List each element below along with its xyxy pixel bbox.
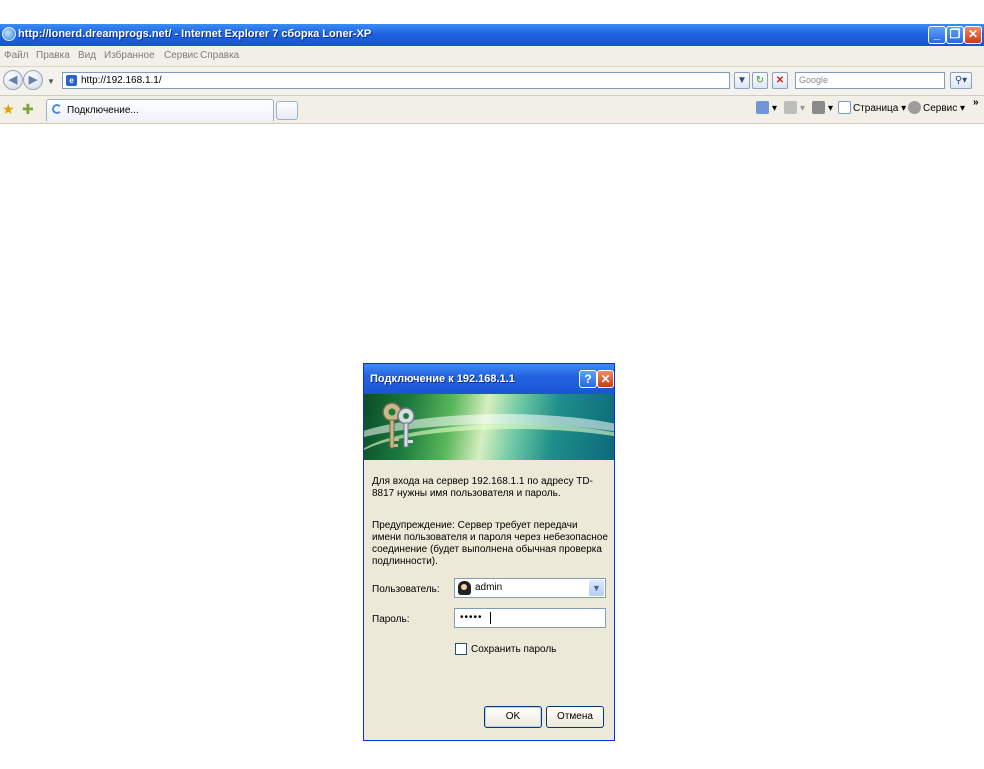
home-icon[interactable]: [756, 101, 769, 114]
menu-help[interactable]: Справка: [200, 50, 239, 61]
restore-button[interactable]: ❐: [946, 26, 964, 44]
browser-titlebar[interactable]: http://lonerd.dreamprogs.net/ - Internet…: [0, 24, 984, 46]
search-button[interactable]: ⚲▾: [950, 72, 972, 89]
remember-password-checkbox[interactable]: [455, 643, 467, 655]
gear-icon[interactable]: [908, 101, 921, 114]
home-dropdown-icon[interactable]: ▾: [772, 103, 777, 114]
password-label: Пароль:: [372, 614, 410, 625]
address-input[interactable]: e http://192.168.1.1/: [62, 72, 730, 89]
feeds-dropdown-icon[interactable]: ▾: [800, 103, 805, 114]
menu-bar: Файл Правка Вид Избранное Сервис Справка: [0, 46, 984, 67]
dialog-titlebar[interactable]: Подключение к 192.168.1.1 ? ✕: [364, 364, 614, 394]
address-dropdown-button[interactable]: ▼: [734, 72, 750, 89]
password-field[interactable]: •••••: [454, 608, 606, 628]
dialog-message: Для входа на сервер 192.168.1.1 по адрес…: [372, 476, 593, 499]
browser-window: http://lonerd.dreamprogs.net/ - Internet…: [0, 24, 984, 148]
history-dropdown-icon[interactable]: ▼: [47, 77, 55, 86]
ok-button[interactable]: OK: [484, 706, 542, 728]
forward-button[interactable]: ▶: [23, 70, 43, 90]
feeds-icon[interactable]: [784, 101, 797, 114]
keys-icon: [382, 402, 415, 449]
print-dropdown-icon[interactable]: ▾: [828, 103, 833, 114]
username-value: admin: [475, 582, 503, 593]
cancel-button[interactable]: Отмена: [546, 706, 604, 728]
password-value: •••••: [460, 612, 483, 623]
login-dialog: Подключение к 192.168.1.1 ? ✕ Для входа …: [363, 363, 615, 741]
search-placeholder: Google: [799, 75, 829, 85]
menu-file[interactable]: Файл: [4, 50, 29, 61]
minimize-button[interactable]: _: [928, 26, 946, 44]
chevron-down-icon[interactable]: ▼: [589, 580, 604, 596]
menu-tools[interactable]: Сервис: [164, 50, 198, 61]
toolbar-chevron[interactable]: »: [973, 97, 979, 108]
tab-loading[interactable]: Подключение...: [46, 99, 274, 121]
menu-view[interactable]: Вид: [78, 50, 96, 61]
user-label: Пользователь:: [372, 584, 440, 595]
tab-label: Подключение...: [67, 105, 139, 116]
menu-favorites[interactable]: Избранное: [104, 50, 155, 61]
browser-title: http://lonerd.dreamprogs.net/ - Internet…: [18, 28, 372, 40]
help-button[interactable]: ?: [579, 370, 597, 388]
favorites-star-icon[interactable]: ★: [2, 101, 15, 118]
address-toolbar: ◀ ▶ ▼ e http://192.168.1.1/ ▼ ↻ ✕ Google…: [0, 67, 984, 96]
page-icon: e: [66, 75, 77, 86]
menu-edit[interactable]: Правка: [36, 50, 70, 61]
new-tab-button[interactable]: [276, 101, 298, 120]
stop-button[interactable]: ✕: [772, 72, 788, 89]
ie-logo-icon: [2, 27, 16, 41]
dialog-banner: [364, 394, 614, 460]
remember-password-label[interactable]: Сохранить пароль: [471, 644, 556, 655]
page-menu-icon[interactable]: [838, 101, 851, 114]
back-button[interactable]: ◀: [3, 70, 23, 90]
loading-icon: [52, 104, 62, 114]
dialog-title: Подключение к 192.168.1.1: [370, 373, 515, 385]
security-warning: Предупреждение: Сервер требует передачи …: [372, 520, 608, 567]
user-icon: [458, 581, 471, 595]
tools-menu-button[interactable]: Сервис ▾: [923, 103, 965, 114]
address-url: http://192.168.1.1/: [81, 75, 162, 86]
refresh-button[interactable]: ↻: [752, 72, 768, 89]
dialog-close-button[interactable]: ✕: [597, 370, 614, 388]
tab-toolbar: ★ ✚ Подключение... ▾ ▾ ▾ Страница ▾ Серв…: [0, 96, 984, 124]
close-window-button[interactable]: ✕: [964, 26, 982, 44]
search-input[interactable]: Google: [795, 72, 945, 89]
text-caret: [490, 612, 491, 624]
username-combobox[interactable]: admin ▼: [454, 578, 606, 598]
add-favorites-icon[interactable]: ✚: [22, 101, 34, 118]
page-menu-button[interactable]: Страница ▾: [853, 103, 906, 114]
print-icon[interactable]: [812, 101, 825, 114]
